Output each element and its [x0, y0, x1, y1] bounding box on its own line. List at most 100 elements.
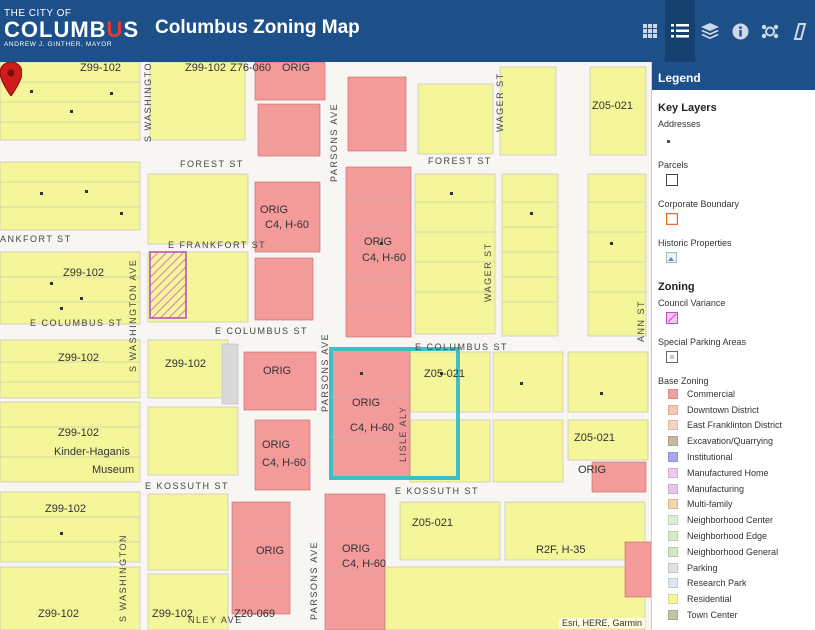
legend-panel: Legend Key Layers Addresses Parcels Corp… [651, 62, 815, 630]
share-icon[interactable] [755, 0, 785, 62]
app-title: Columbus Zoning Map [155, 17, 360, 38]
zoning-label: Z99-102 [185, 62, 226, 74]
street-label-forest-w: FOREST ST [180, 159, 244, 169]
street-label-pitt: ANN ST [636, 299, 646, 342]
measure-icon[interactable] [785, 0, 815, 62]
legend-item-neighborhood-edge: Neighborhood Edge [658, 528, 809, 544]
legend-item-label: Research Park [687, 578, 747, 589]
street-label-kossuth-w: E KOSSUTH ST [145, 481, 230, 491]
street-label-columbus-c: E COLUMBUS ST [215, 326, 309, 336]
zoning-title: Zoning [658, 281, 695, 293]
zoning-label: Z05-021 [592, 100, 633, 112]
toolbar [635, 0, 815, 62]
zoning-label: ORIG [262, 439, 291, 451]
legend-item-label: East Franklinton District [687, 420, 783, 431]
legend-item-multi-family: Multi-family [658, 497, 809, 513]
zoning-label: C4, H-60 [342, 558, 387, 570]
legend-item-label: Neighborhood Center [687, 515, 774, 526]
zoning-label: ORIG [342, 543, 371, 555]
legend-item-label: Residential [687, 594, 732, 605]
legend-swatch [668, 467, 678, 478]
street-label-forest-e: FOREST ST [428, 156, 492, 166]
street-label-frankfort-e: E FRANKFORT ST [168, 240, 267, 250]
legend-item-research-park: Research Park [658, 576, 809, 592]
street-label-columbus-w: E COLUMBUS ST [30, 318, 124, 328]
parcel-outline-icon [666, 173, 809, 191]
street-label-lisle: LISLE ALY [398, 405, 408, 462]
city-logo[interactable]: THE CITY OF COLUMBUS ANDREW J. GINTHER, … [4, 8, 144, 54]
street-label-kossuth-e: E KOSSUTH ST [395, 486, 480, 496]
zoning-label: Z99-102 [45, 503, 86, 515]
legend-item-neighborhood-general: Neighborhood General [658, 544, 809, 560]
zoning-label: ORIG [260, 204, 289, 216]
zoning-label: Z99-102 [165, 358, 206, 370]
legend-item-manufacturing: Manufacturing [658, 481, 809, 497]
basemap-gallery-icon[interactable] [635, 0, 665, 62]
legend-item-label: Excavation/Quarrying [687, 436, 774, 447]
zoning-label: Z99-102 [152, 608, 193, 620]
street-label-parsons-m: PARSONS AVE [320, 332, 330, 412]
legend-swatch [668, 436, 678, 447]
zoning-label: ORIG [352, 397, 381, 409]
legend-item-town-center: Town Center [658, 607, 809, 623]
map-attribution[interactable]: Esri, HERE, Garmin [558, 618, 645, 628]
legend-swatch [668, 562, 678, 573]
legend-item-institutional: Institutional [658, 449, 809, 465]
layers-icon[interactable] [695, 0, 725, 62]
layer-historic-properties-label: Historic Properties [658, 238, 732, 248]
zoning-label: Z99-102 [63, 267, 104, 279]
legend-swatch [668, 499, 678, 510]
legend-swatch [668, 594, 678, 605]
legend-swatch [668, 483, 678, 494]
council-variance-icon [666, 311, 809, 329]
info-icon[interactable] [725, 0, 755, 62]
zoning-label: ORIG [578, 464, 607, 476]
layer-addresses-label: Addresses [658, 119, 701, 129]
zoning-label: C4, H-60 [350, 422, 395, 434]
zoning-label: ORIG [364, 236, 393, 248]
legend-swatch [668, 531, 678, 542]
legend-item-label: Neighborhood Edge [687, 531, 768, 542]
street-label-washington-m: S WASHINGTON AVE [128, 258, 138, 372]
street-label-washington-s: S WASHINGTON [118, 533, 128, 622]
key-layers-title: Key Layers [658, 102, 717, 114]
zoning-label: Z99-102 [80, 62, 121, 74]
zoning-map[interactable]: FOREST ST FOREST ST ANKFORT ST E FRANKFO… [0, 62, 651, 630]
legend-swatch [668, 546, 678, 557]
zoning-label: Z05-021 [424, 368, 465, 380]
legend-item-downtown-district: Downtown District [658, 402, 809, 418]
layer-base-zoning-label: Base Zoning [658, 376, 709, 386]
legend-item-label: Institutional [687, 452, 733, 463]
zoning-label: Z76-060 [230, 62, 271, 74]
zoning-label: R2F, H-35 [536, 544, 586, 556]
zoning-label: Z99-102 [38, 608, 79, 620]
zoning-label: ORIG [256, 545, 285, 557]
corporate-boundary-icon [665, 212, 809, 230]
legend-swatch [668, 388, 678, 399]
legend-swatch [668, 420, 678, 431]
legend-item-label: Manufacturing [687, 483, 745, 494]
zoning-label: Z05-021 [574, 432, 615, 444]
street-label-wager-n: WAGER ST [495, 72, 505, 132]
legend-header: Legend [652, 62, 815, 90]
broken-image-icon [666, 251, 809, 269]
legend-swatch [668, 515, 678, 526]
zoning-label: C4, H-60 [262, 457, 307, 469]
legend-item-label: Commercial [687, 388, 736, 399]
legend-item-residential: Residential [658, 591, 809, 607]
logo-mayor-text: ANDREW J. GINTHER, MAYOR [4, 41, 113, 48]
street-label-columbus-e: E COLUMBUS ST [415, 342, 509, 352]
legend-item-neighborhood-center: Neighborhood Center [658, 512, 809, 528]
legend-icon[interactable] [665, 0, 695, 62]
street-label-parsons-n: PARSONS AVE [329, 102, 339, 182]
legend-swatch [668, 404, 678, 415]
zoning-label: Z20-069 [234, 608, 275, 620]
legend-item-label: Manufactured Home [687, 467, 769, 478]
location-pin-icon[interactable] [0, 62, 22, 96]
legend-item-label: Multi-family [687, 499, 733, 510]
layer-parcels-label: Parcels [658, 160, 689, 170]
app-window: THE CITY OF COLUMBUS ANDREW J. GINTHER, … [0, 0, 815, 630]
legend-item-label: Downtown District [687, 404, 760, 415]
address-point-icon [666, 132, 809, 150]
street-label-wager-s: WAGER ST [483, 242, 493, 302]
